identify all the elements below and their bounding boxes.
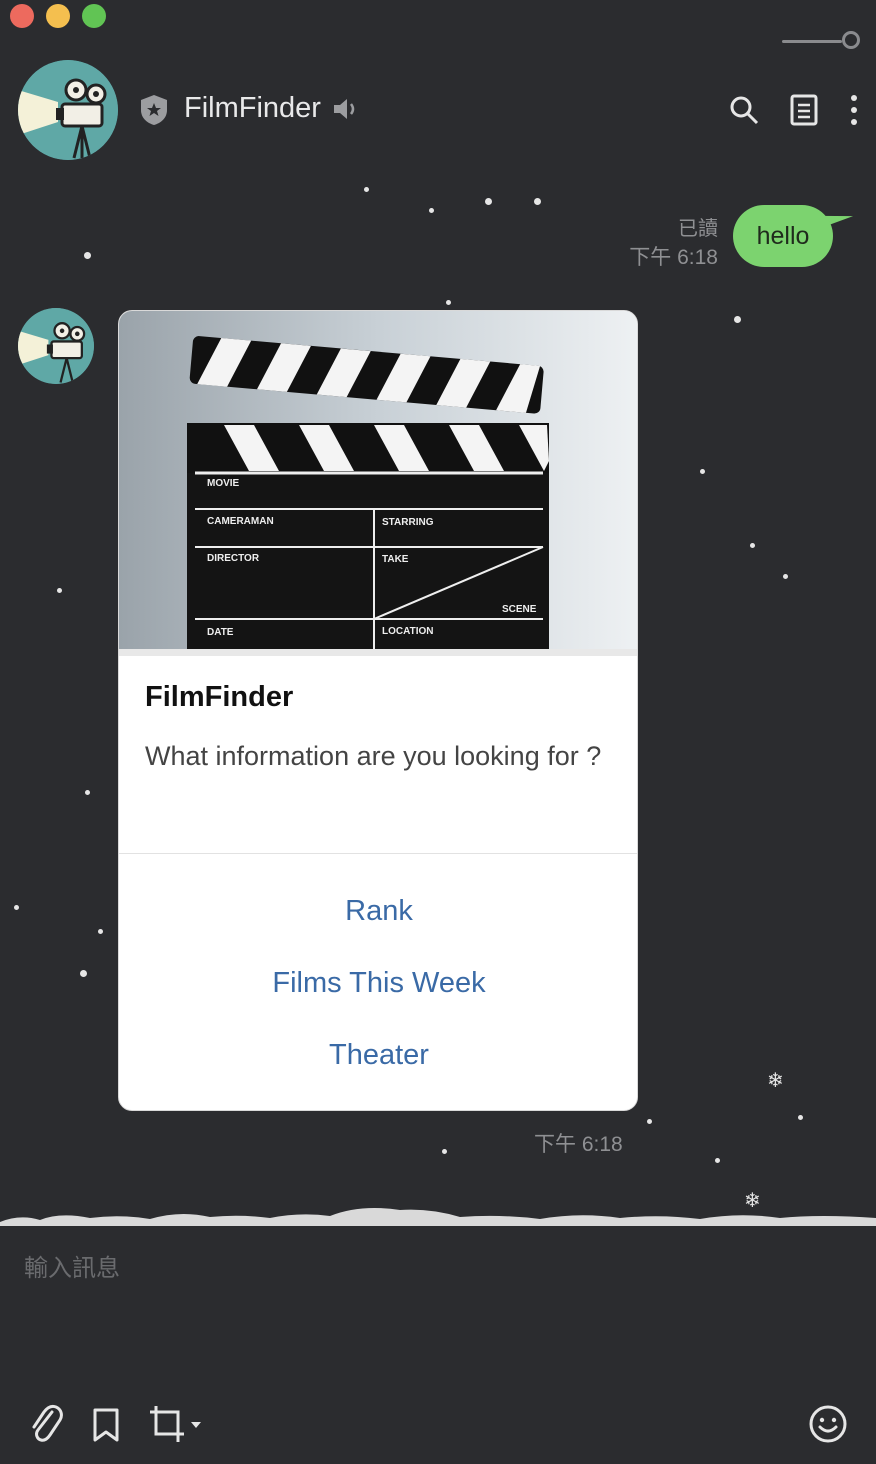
snow-particle bbox=[429, 208, 434, 213]
board-label-movie: MOVIE bbox=[207, 478, 240, 489]
snow-particle bbox=[734, 316, 741, 323]
action-films-this-week-button[interactable]: Films This Week bbox=[119, 967, 637, 1000]
board-label-starring: STARRING bbox=[382, 517, 434, 528]
snow-particle bbox=[534, 198, 541, 205]
outgoing-message-time: 下午 6:18 bbox=[629, 246, 718, 269]
snow-particle bbox=[798, 1115, 803, 1120]
incoming-message-time: 下午 6:18 bbox=[534, 1133, 623, 1156]
snow-particle bbox=[14, 905, 19, 910]
card-title: FilmFinder bbox=[145, 681, 294, 713]
message-input[interactable] bbox=[22, 1248, 856, 1290]
snow-particle bbox=[98, 929, 103, 934]
board-label-take: TAKE bbox=[382, 554, 409, 565]
screenshot-crop-icon[interactable] bbox=[148, 1404, 204, 1444]
snowflake-icon: ❄ bbox=[767, 1070, 784, 1092]
bookmark-icon[interactable] bbox=[92, 1408, 120, 1442]
action-theater-button[interactable]: Theater bbox=[119, 1039, 637, 1072]
snow-particle bbox=[647, 1119, 652, 1124]
emoji-icon[interactable] bbox=[809, 1405, 847, 1443]
minimize-window-button[interactable] bbox=[46, 4, 70, 28]
maximize-window-button[interactable] bbox=[82, 4, 106, 28]
outgoing-message-bubble[interactable]: hello bbox=[733, 205, 833, 267]
snow-particle bbox=[364, 187, 369, 192]
flex-message-card[interactable]: MOVIE CAMERAMAN STARRING DIRECTOR TAKE S… bbox=[118, 310, 638, 1111]
board-label-scene: SCENE bbox=[502, 604, 537, 615]
board-label-director: DIRECTOR bbox=[207, 553, 260, 564]
snow-particle bbox=[783, 574, 788, 579]
official-shield-icon bbox=[139, 94, 169, 126]
chat-avatar[interactable] bbox=[18, 60, 118, 160]
action-rank-button[interactable]: Rank bbox=[119, 895, 637, 928]
clapperboard-hero-image[interactable]: MOVIE CAMERAMAN STARRING DIRECTOR TAKE S… bbox=[119, 311, 638, 656]
snow-particle bbox=[85, 790, 90, 795]
snow-particle bbox=[446, 300, 451, 305]
more-options-icon[interactable] bbox=[849, 94, 859, 126]
snow-particle bbox=[700, 469, 705, 474]
snow-particle bbox=[485, 198, 492, 205]
attach-file-icon[interactable] bbox=[28, 1404, 64, 1444]
card-divider bbox=[119, 853, 637, 854]
read-status: 已讀 bbox=[678, 218, 718, 240]
card-description: What information are you looking for ? bbox=[145, 741, 602, 771]
opacity-slider-track[interactable] bbox=[782, 40, 842, 43]
board-label-date: DATE bbox=[207, 627, 234, 638]
snow-particle bbox=[750, 543, 755, 548]
search-icon[interactable] bbox=[729, 95, 759, 125]
opacity-slider-knob[interactable] bbox=[842, 31, 860, 49]
notes-icon[interactable] bbox=[790, 94, 818, 126]
snow-particle bbox=[84, 252, 91, 259]
snow-particle bbox=[57, 588, 62, 593]
board-label-cameraman: CAMERAMAN bbox=[207, 516, 274, 527]
sender-avatar[interactable] bbox=[18, 308, 94, 384]
board-label-location: LOCATION bbox=[382, 626, 433, 637]
snow-particle bbox=[442, 1149, 447, 1154]
snow-particle bbox=[715, 1158, 720, 1163]
snow-particle bbox=[80, 970, 87, 977]
speaker-icon[interactable] bbox=[332, 96, 358, 122]
chat-title: FilmFinder bbox=[184, 92, 321, 124]
close-window-button[interactable] bbox=[10, 4, 34, 28]
